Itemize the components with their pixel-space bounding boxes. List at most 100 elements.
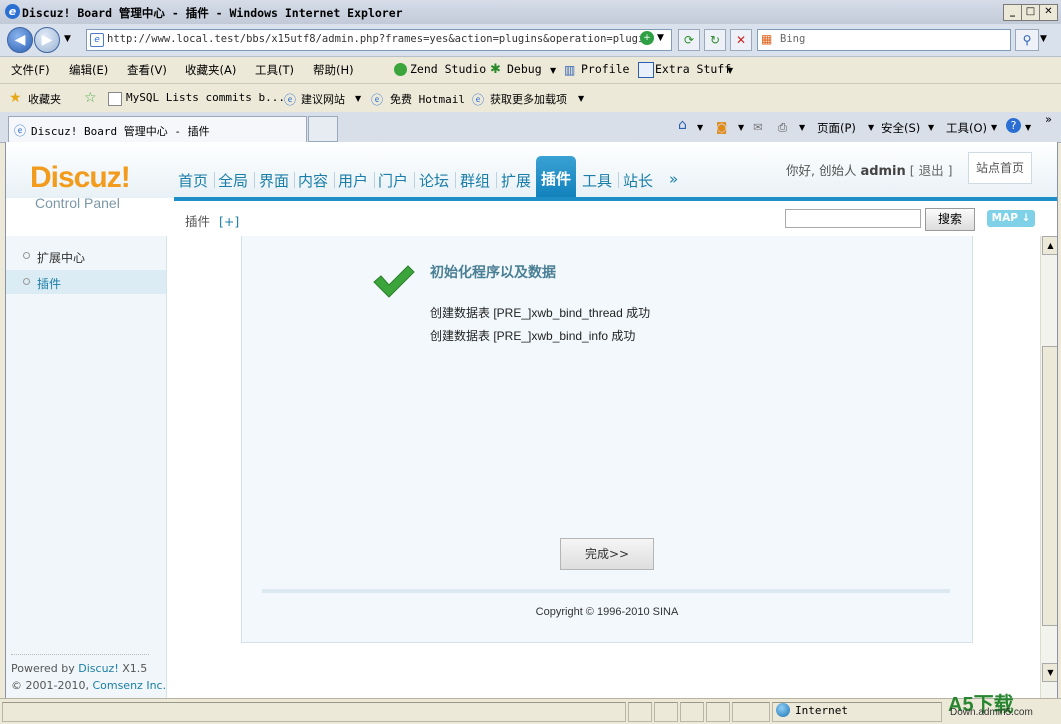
safety-menu[interactable]: 安全(S) <box>881 120 920 136</box>
tab-discuz-admin[interactable]: ⓔ Discuz! Board 管理中心 - 插件 <box>8 116 307 142</box>
help-icon[interactable]: ? <box>1006 118 1021 133</box>
tools-dropdown-icon[interactable]: ▼ <box>991 123 997 132</box>
bing-icon: ▦ <box>761 32 773 46</box>
nav-separator <box>496 172 497 188</box>
print-dropdown-icon[interactable]: ▼ <box>799 123 805 132</box>
addons-dropdown-icon[interactable]: ▼ <box>578 94 584 103</box>
home-dropdown-icon[interactable]: ▼ <box>697 123 703 132</box>
chevron-more-icon[interactable]: » <box>1045 112 1052 126</box>
sidebar-item-plugins[interactable]: 插件 <box>6 270 166 294</box>
nav-style[interactable]: 界面 <box>259 170 289 191</box>
site-home-button[interactable]: 站点首页 <box>968 152 1032 184</box>
menu-favorites[interactable]: 收藏夹(A) <box>185 62 236 78</box>
maximize-button[interactable]: □ <box>1021 4 1040 21</box>
arrow-down-icon: ↓ <box>1021 212 1031 224</box>
extra-stuff-button[interactable]: Extra Stuff <box>655 62 731 76</box>
watermark: A5下载 Down.admin5.com <box>948 688 1058 722</box>
home-icon[interactable]: ⌂ <box>678 117 687 133</box>
map-button[interactable]: MAP ↓ <box>987 210 1035 227</box>
discuz-logo[interactable]: Discuz! <box>30 161 131 195</box>
minimize-button[interactable]: _ <box>1003 4 1022 21</box>
profile-button[interactable]: Profile <box>581 62 629 76</box>
nav-separator <box>455 172 456 188</box>
nav-portal[interactable]: 门户 <box>378 170 408 191</box>
tools-menu[interactable]: 工具(O) <box>946 120 987 136</box>
page-dropdown-icon[interactable]: ▼ <box>868 123 874 132</box>
nav-active-tab[interactable]: 插件 <box>536 156 576 197</box>
mail-icon[interactable]: ✉ <box>753 120 763 134</box>
scroll-thumb[interactable] <box>1042 346 1057 626</box>
search-icon[interactable]: ⚲ <box>1015 29 1039 51</box>
debug-bug-icon: ✱ <box>490 62 501 77</box>
back-button[interactable]: ◀ <box>7 27 33 53</box>
nav-extend[interactable]: 扩展 <box>501 170 531 191</box>
search-button[interactable]: 搜索 <box>925 208 975 231</box>
nav-tools[interactable]: 工具 <box>582 170 612 191</box>
add-plugin-link[interactable]: [+] <box>219 214 239 229</box>
zend-studio-button[interactable]: Zend Studio <box>410 62 486 76</box>
address-url: http://www.local.test/bbs/x15utf8/admin.… <box>107 33 641 45</box>
done-button[interactable]: 完成>> <box>560 538 654 570</box>
nav-user[interactable]: 用户 <box>338 170 368 191</box>
greeting-text: 你好, 创始人 <box>786 163 857 178</box>
safety-dropdown-icon[interactable]: ▼ <box>928 123 934 132</box>
nav-content[interactable]: 内容 <box>298 170 328 191</box>
nav-separator <box>214 172 215 188</box>
vertical-scrollbar[interactable]: ▲ ▼ <box>1040 236 1057 698</box>
scroll-down-icon[interactable]: ▼ <box>1042 663 1057 682</box>
control-panel-label: Control Panel <box>35 195 120 211</box>
refresh-icon[interactable]: ↻ <box>704 29 726 51</box>
address-dropdown-icon[interactable]: ▼ <box>657 33 664 43</box>
favorites-button[interactable]: 收藏夹 <box>28 91 61 107</box>
sub-bar: 插件 [+] 搜索 MAP ↓ <box>174 201 1057 237</box>
logout-link[interactable]: [ 退出 ] <box>910 163 953 178</box>
fav-mysql-lists[interactable]: MySQL Lists commits b... <box>126 91 285 104</box>
nav-global[interactable]: 全局 <box>218 170 248 191</box>
ie-icon: ⓔ <box>472 93 485 107</box>
breadcrumb: 插件 [+] <box>185 211 239 230</box>
profile-icon: ▥ <box>564 63 576 77</box>
sidebar-item-extension-center[interactable]: 扩展中心 <box>6 244 166 268</box>
window-title: Discuz! Board 管理中心 - 插件 - Windows Intern… <box>22 6 403 20</box>
comsenz-link[interactable]: Comsenz Inc. <box>92 679 166 692</box>
admin-search-input[interactable] <box>785 209 921 228</box>
nav-forum[interactable]: 论坛 <box>419 170 449 191</box>
menu-bar: 文件(F) 编辑(E) 查看(V) 收藏夹(A) 工具(T) 帮助(H) Zen… <box>0 57 1061 84</box>
help-dropdown-icon[interactable]: ▼ <box>1025 123 1031 132</box>
close-button[interactable]: ✕ <box>1039 4 1058 21</box>
history-dropdown-icon[interactable]: ▼ <box>64 34 71 44</box>
search-input[interactable]: ▦ Bing <box>757 29 1011 51</box>
menu-tools[interactable]: 工具(T) <box>255 62 294 78</box>
stop-icon[interactable]: ✕ <box>730 29 752 51</box>
forward-button[interactable]: ▶ <box>34 27 60 53</box>
address-bar[interactable]: e http://www.local.test/bbs/x15utf8/admi… <box>86 29 672 51</box>
debug-dropdown-icon[interactable]: ▼ <box>550 66 556 75</box>
nav-group[interactable]: 群组 <box>460 170 490 191</box>
discuz-link[interactable]: Discuz! <box>78 662 118 675</box>
feeds-icon[interactable]: ◙ <box>716 120 727 134</box>
feeds-dropdown-icon[interactable]: ▼ <box>738 123 744 132</box>
extra-stuff-dropdown-icon[interactable]: ▼ <box>727 66 733 75</box>
nav-home[interactable]: 首页 <box>178 170 208 191</box>
print-icon[interactable]: ⎙ <box>778 120 787 135</box>
fav-get-addons[interactable]: 获取更多加载项 <box>490 91 567 107</box>
scroll-up-icon[interactable]: ▲ <box>1042 236 1057 255</box>
suggested-dropdown-icon[interactable]: ▼ <box>355 94 361 103</box>
nav-more-icon[interactable]: » <box>669 170 678 188</box>
menu-view[interactable]: 查看(V) <box>127 62 167 78</box>
add-favorite-icon[interactable]: ☆ <box>84 90 97 106</box>
nav-founder[interactable]: 站长 <box>623 170 653 191</box>
fav-suggested-sites[interactable]: 建议网站 <box>301 91 345 107</box>
menu-edit[interactable]: 编辑(E) <box>69 62 108 78</box>
new-tab-button[interactable] <box>308 116 338 142</box>
sidebar: 扩展中心 插件 <box>6 236 167 698</box>
fav-hotmail[interactable]: 免费 Hotmail <box>390 91 465 107</box>
sidebar-item-label: 插件 <box>37 277 62 291</box>
page-menu[interactable]: 页面(P) <box>817 120 856 136</box>
debug-button[interactable]: Debug <box>507 62 542 76</box>
search-options-icon[interactable]: ▼ <box>1040 34 1047 44</box>
menu-file[interactable]: 文件(F) <box>11 62 50 78</box>
zone-label: Internet <box>795 704 848 717</box>
compat-view-icon[interactable]: ⟳ <box>678 29 700 51</box>
menu-help[interactable]: 帮助(H) <box>313 62 354 78</box>
